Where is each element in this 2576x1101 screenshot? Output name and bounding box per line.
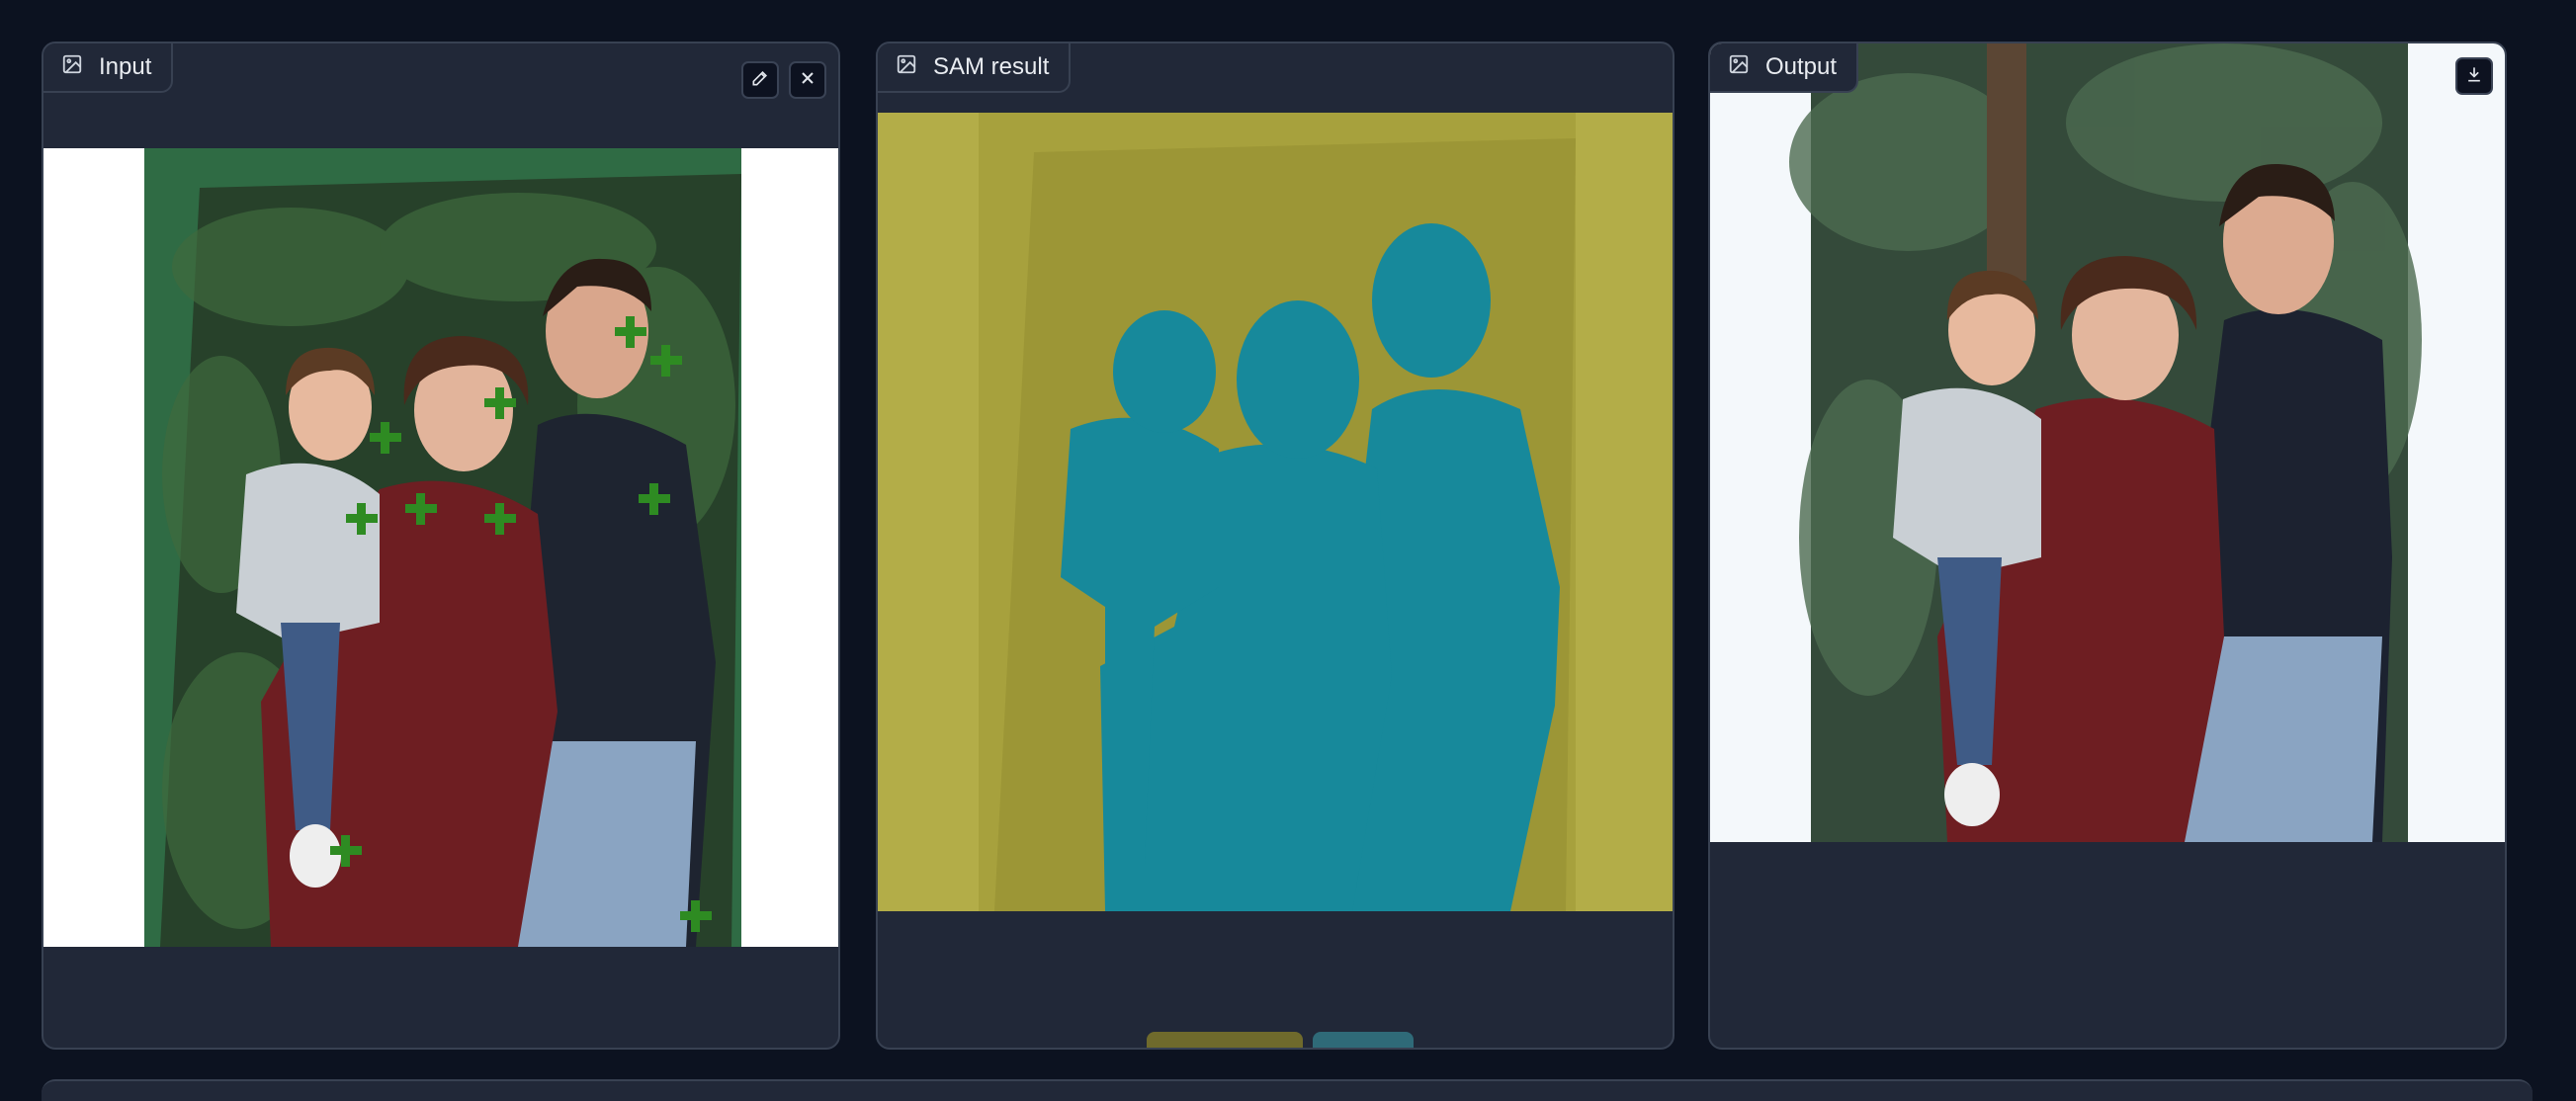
sam-result-panel: SAM result background subject bbox=[876, 42, 1674, 1050]
image-icon bbox=[896, 53, 917, 82]
image-icon bbox=[1728, 53, 1750, 82]
sam-result-label-text: SAM result bbox=[933, 53, 1050, 80]
pencil-icon bbox=[750, 68, 770, 93]
image-icon bbox=[61, 53, 83, 82]
input-label: Input bbox=[43, 43, 174, 93]
legend-background: background bbox=[1147, 1032, 1303, 1048]
legend-background-label: background bbox=[1155, 1044, 1299, 1048]
output-image-canvas bbox=[1710, 43, 2505, 842]
output-label: Output bbox=[1710, 43, 1859, 93]
input-panel: Input bbox=[42, 42, 840, 1050]
input-label-text: Input bbox=[99, 53, 152, 80]
sam-result-label: SAM result bbox=[878, 43, 1072, 93]
edit-button[interactable] bbox=[741, 61, 779, 99]
output-label-text: Output bbox=[1765, 53, 1838, 80]
download-button[interactable] bbox=[2455, 57, 2493, 95]
legend-subject-label: subject bbox=[1321, 1044, 1409, 1048]
bottom-panel-edge bbox=[42, 1079, 2533, 1101]
sam-mask-image bbox=[878, 113, 1673, 911]
legend-subject: subject bbox=[1313, 1032, 1414, 1048]
output-panel: Output bbox=[1708, 42, 2507, 1050]
output-image bbox=[1710, 43, 2505, 842]
clear-button[interactable] bbox=[789, 61, 826, 99]
sam-mask-canvas bbox=[878, 113, 1673, 911]
close-icon bbox=[798, 68, 817, 93]
input-image-canvas[interactable] bbox=[43, 148, 838, 947]
download-icon bbox=[2464, 64, 2484, 89]
input-image[interactable] bbox=[43, 148, 838, 947]
